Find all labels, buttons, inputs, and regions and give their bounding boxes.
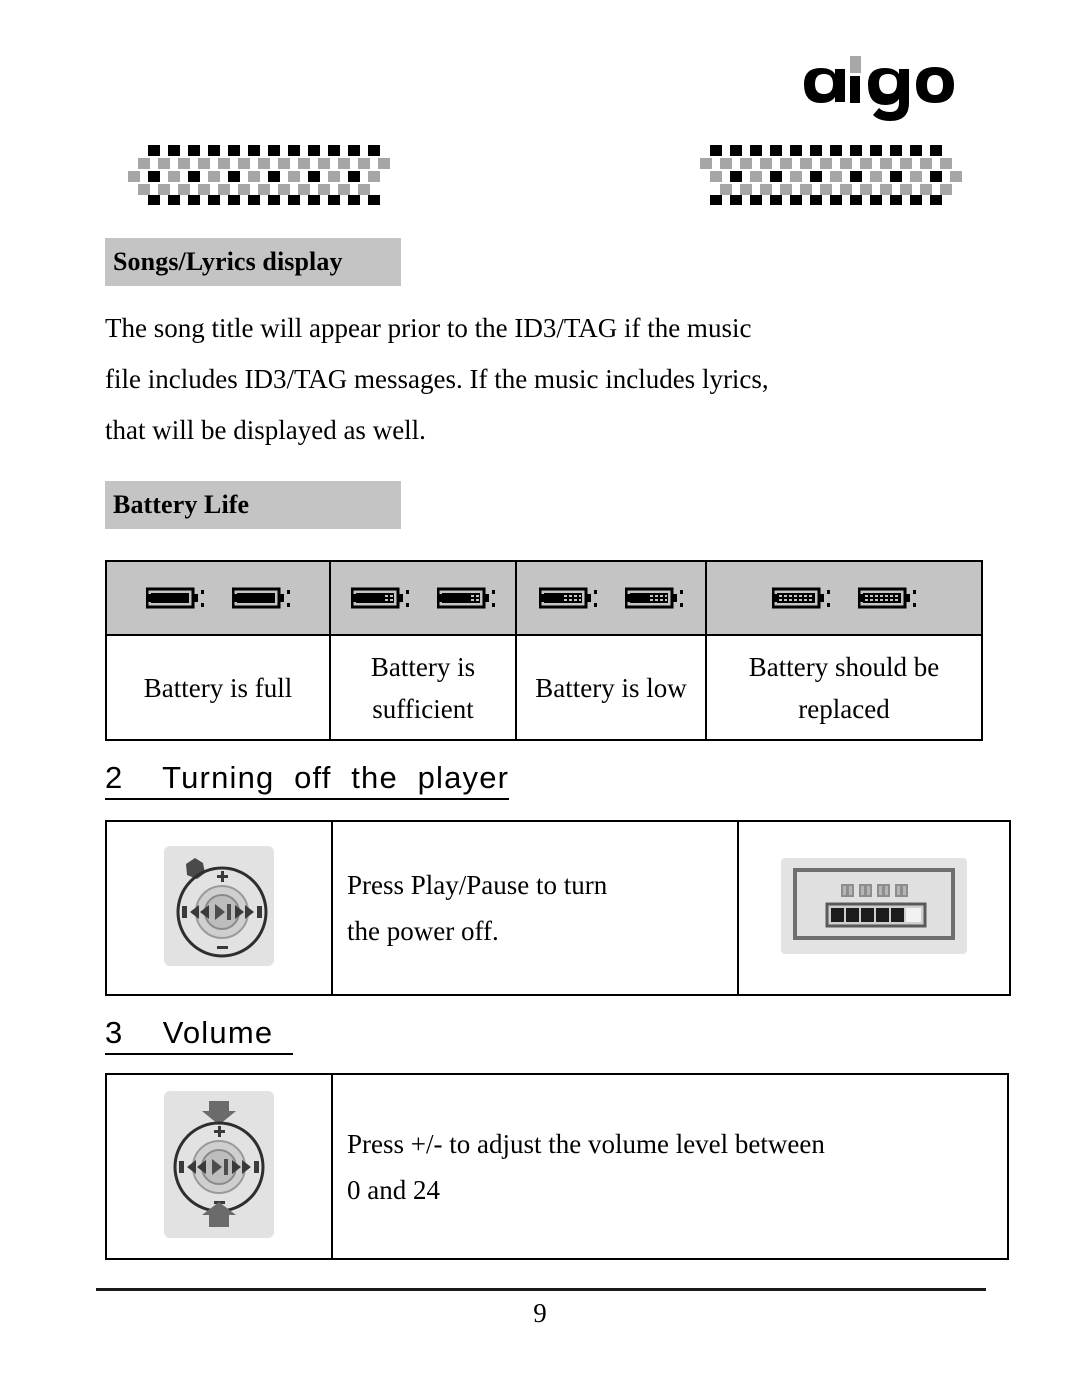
songs-lyrics-paragraph: The song title will appear prior to the … bbox=[105, 303, 961, 456]
instruction-line: Press Play/Pause to turn bbox=[347, 870, 608, 900]
battery-life-table: Battery is full Battery is sufficient Ba… bbox=[105, 560, 983, 741]
battery-icon-cell-sufficient bbox=[329, 560, 517, 636]
battery-low-icon bbox=[625, 587, 683, 609]
page-number: 9 bbox=[533, 1298, 547, 1328]
battery-full-icon bbox=[146, 587, 204, 609]
paragraph-line: that will be displayed as well. bbox=[105, 415, 426, 445]
decorative-checker-band-left bbox=[128, 143, 400, 205]
power-off-instruction-cell: Press Play/Pause to turn the power off. bbox=[331, 820, 739, 996]
decorative-checker-band-right bbox=[690, 143, 962, 205]
battery-icon-cell-low bbox=[515, 560, 707, 636]
table-row: Press +/- to adjust the volume level bet… bbox=[105, 1073, 1009, 1260]
table-row: Press Play/Pause to turn the power off. bbox=[105, 820, 1011, 996]
control-pad-cell bbox=[105, 820, 333, 996]
instruction-line: the power off. bbox=[347, 916, 499, 946]
heading-turning-off-the-player: 2 Turning off the player bbox=[105, 760, 510, 800]
battery-icon-row bbox=[105, 560, 983, 636]
control-pad-updown-icon bbox=[160, 1087, 278, 1242]
control-pad-icon bbox=[160, 842, 278, 970]
section-heading-label: Songs/Lyrics display bbox=[113, 247, 343, 276]
battery-icon-cell-replace bbox=[705, 560, 983, 636]
battery-label-cell: Battery is sufficient bbox=[329, 634, 517, 741]
battery-high-icon bbox=[437, 587, 495, 609]
lcd-screen-cell bbox=[737, 820, 1011, 996]
volume-instruction-cell: Press +/- to adjust the volume level bet… bbox=[331, 1073, 1009, 1260]
battery-low-icon bbox=[539, 587, 597, 609]
lcd-screen-icon bbox=[779, 856, 969, 956]
battery-label-cell: Battery is low bbox=[515, 634, 707, 741]
battery-empty-icon bbox=[858, 587, 916, 609]
footer-divider bbox=[96, 1288, 986, 1291]
control-pad-volume-cell bbox=[105, 1073, 333, 1260]
section-heading-label: Battery Life bbox=[113, 490, 250, 519]
paragraph-line: file includes ID3/TAG messages. If the m… bbox=[105, 364, 769, 394]
volume-steps-table: Press +/- to adjust the volume level bet… bbox=[105, 1073, 1009, 1260]
instruction-line: Press +/- to adjust the volume level bet… bbox=[347, 1128, 825, 1159]
battery-label-cell: Battery is full bbox=[105, 634, 331, 741]
section-heading-songs-lyrics: Songs/Lyrics display bbox=[105, 238, 401, 286]
battery-icon-cell-full bbox=[105, 560, 331, 636]
battery-label-cell: Battery should be replaced bbox=[705, 634, 983, 741]
battery-label-row: Battery is full Battery is sufficient Ba… bbox=[105, 634, 983, 741]
heading-volume: 3 Volume bbox=[105, 1015, 293, 1055]
battery-high-icon bbox=[351, 587, 409, 609]
battery-full-icon bbox=[232, 587, 290, 609]
section-heading-battery-life: Battery Life bbox=[105, 481, 401, 529]
instruction-line: 0 and 24 bbox=[347, 1174, 440, 1205]
paragraph-line: The song title will appear prior to the … bbox=[105, 313, 752, 343]
turning-off-steps-table: Press Play/Pause to turn the power off. bbox=[105, 820, 1011, 996]
aigo-logo bbox=[800, 48, 970, 128]
battery-empty-icon bbox=[772, 587, 830, 609]
